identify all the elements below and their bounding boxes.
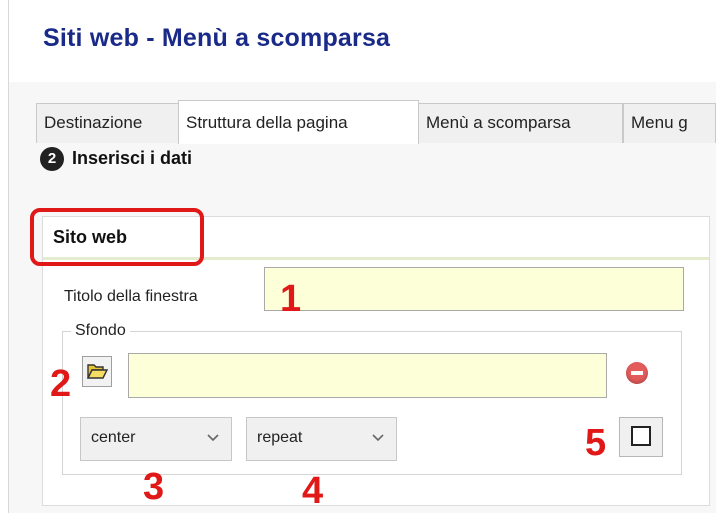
background-fixed-checkbox[interactable] bbox=[619, 417, 663, 457]
checkbox-square bbox=[631, 426, 651, 446]
title-area: Siti web - Menù a scomparsa bbox=[9, 0, 716, 83]
background-image-input[interactable] bbox=[128, 353, 607, 398]
window-title-input[interactable] bbox=[264, 267, 684, 311]
step-label: Inserisci i dati bbox=[72, 148, 193, 168]
section-title-highlight bbox=[30, 208, 204, 266]
tab-menu-g[interactable]: Menu g bbox=[623, 103, 716, 143]
minus-circle-icon[interactable] bbox=[626, 362, 648, 384]
callout-number-3: 3 bbox=[143, 466, 165, 508]
chevron-down-icon bbox=[372, 434, 384, 442]
browse-button[interactable] bbox=[82, 356, 112, 387]
position-select[interactable]: center bbox=[80, 417, 232, 461]
window-left-edge bbox=[0, 0, 9, 513]
chevron-down-icon bbox=[207, 434, 219, 442]
window-title: Siti web - Menù a scomparsa bbox=[43, 24, 391, 52]
callout-number-4: 4 bbox=[302, 470, 324, 512]
tab-destinazione[interactable]: Destinazione bbox=[36, 103, 179, 143]
repeat-select-value: repeat bbox=[257, 429, 303, 446]
background-legend: Sfondo bbox=[71, 322, 130, 340]
repeat-select[interactable]: repeat bbox=[246, 417, 397, 461]
tab-struttura-della-pagina[interactable]: Struttura della pagina bbox=[178, 100, 419, 144]
callout-number-2: 2 bbox=[50, 363, 72, 405]
step-number-badge: 2 bbox=[40, 147, 64, 171]
callout-number-1: 1 bbox=[280, 278, 302, 320]
tab-bar: Destinazione Struttura della pagina Menù… bbox=[9, 82, 716, 152]
tab-menu-a-scomparsa[interactable]: Menù a scomparsa bbox=[418, 103, 623, 143]
position-select-value: center bbox=[91, 429, 136, 446]
window-title-label: Titolo della finestra bbox=[64, 288, 198, 305]
app-window: Siti web - Menù a scomparsa Destinazione… bbox=[0, 0, 716, 513]
callout-number-5: 5 bbox=[585, 422, 607, 464]
folder-open-icon bbox=[86, 364, 109, 379]
